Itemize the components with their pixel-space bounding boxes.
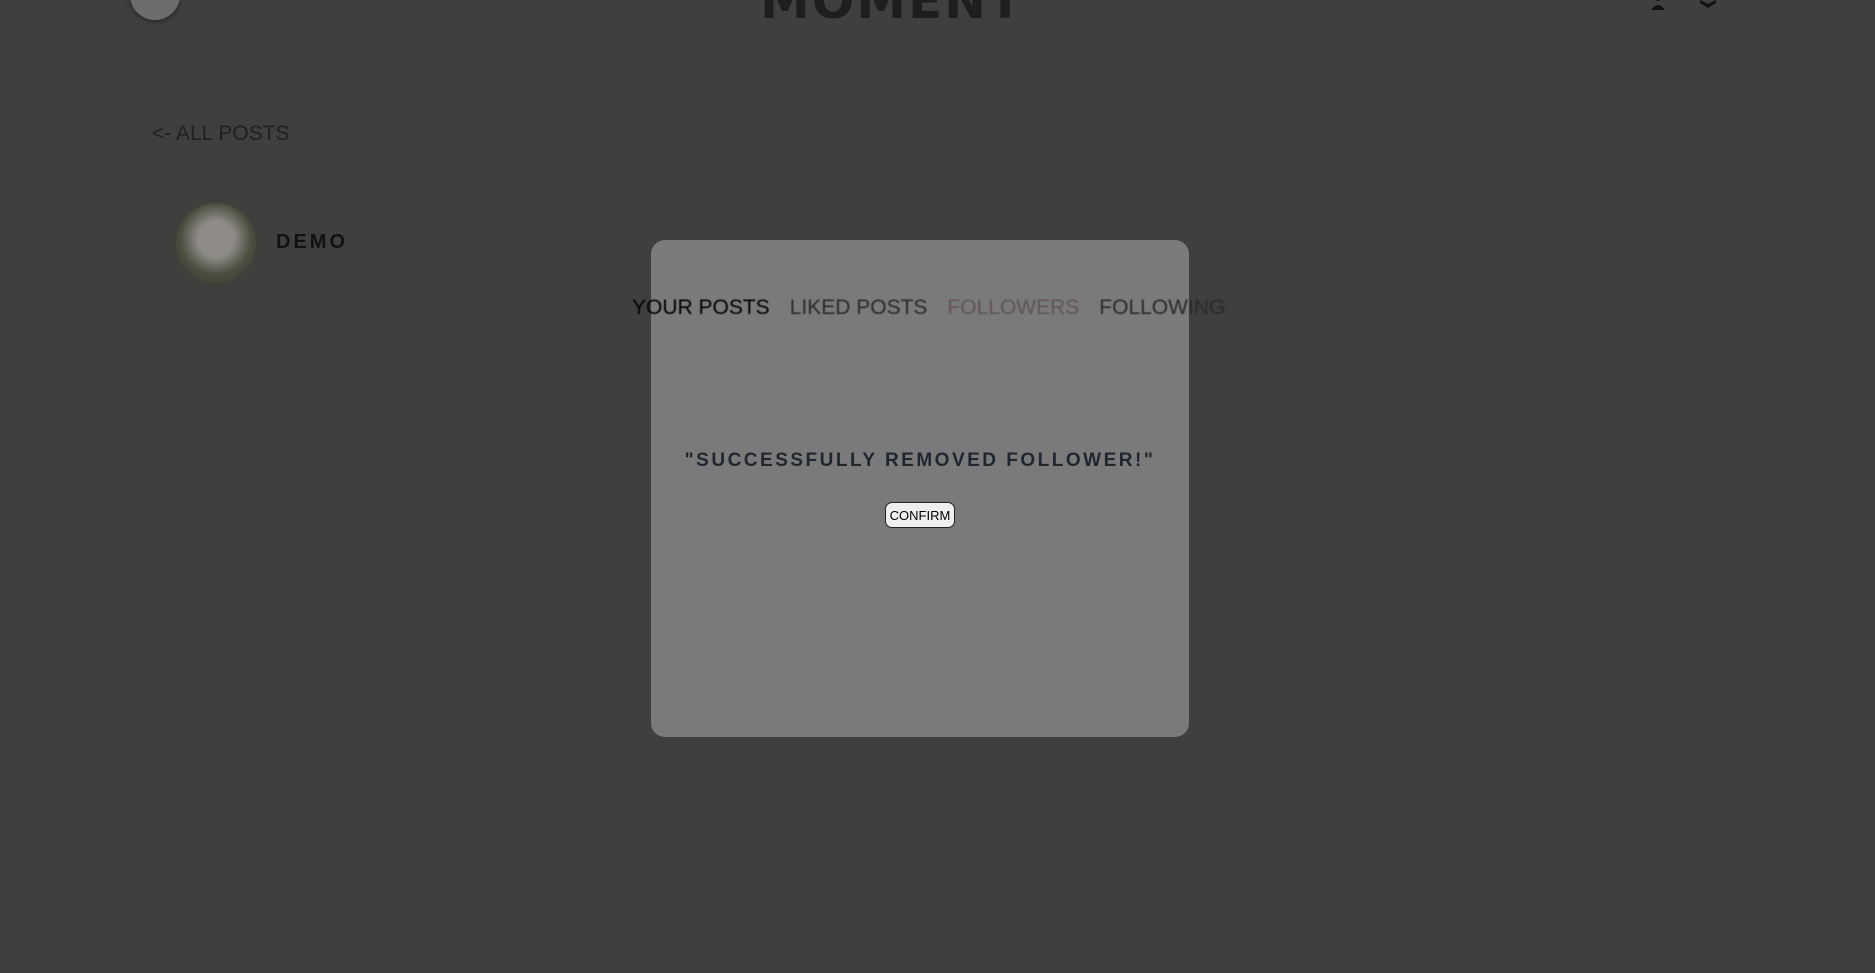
tab-following[interactable]: FOLLOWING xyxy=(1099,296,1225,320)
modal-message: "SUCCESSFULLY REMOVED FOLLOWER!" xyxy=(684,450,1156,471)
username: DEMO xyxy=(276,231,348,253)
user-icon[interactable] xyxy=(1648,0,1668,10)
tab-your-posts[interactable]: YOUR POSTS xyxy=(632,296,770,320)
confirm-button[interactable]: CONFIRM xyxy=(885,502,955,528)
profile-tabs: YOUR POSTS LIKED POSTS FOLLOWERS FOLLOWI… xyxy=(632,296,1225,320)
all-posts-link[interactable]: <- ALL POSTS xyxy=(152,122,290,146)
menu-button[interactable] xyxy=(130,0,180,20)
avatar xyxy=(176,203,256,283)
logo[interactable]: MOMENT xyxy=(760,0,1022,30)
tab-liked-posts[interactable]: LIKED POSTS xyxy=(790,296,928,320)
layers-icon[interactable] xyxy=(1698,0,1718,10)
tab-followers[interactable]: FOLLOWERS xyxy=(947,296,1079,320)
